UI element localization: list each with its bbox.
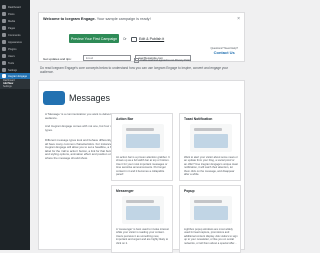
card-text: A 'messenger' is best used to invoke int… [116,228,169,245]
toast-illustration [190,124,232,152]
preview-campaign-button[interactable]: Preview Your First Campaign [69,34,119,43]
sidebar-item-pages[interactable]: Pages [0,25,30,31]
card-title: Action Bar [116,117,134,121]
card-text: Lightbox popup windows are most widely u… [184,228,238,245]
messenger-illustration [122,196,164,224]
welcome-heading: Welcome to Icegram Engage. Your sample c… [43,17,151,21]
email-field[interactable]: Email [83,55,131,61]
privacy-checkbox[interactable]: I have read and agreed to our Privacy Po… [134,58,191,63]
megaphone-icon [2,74,6,78]
messages-section: Messages A 'Message' is a communication … [38,80,245,253]
admin-sidebar: Dashboard Posts Media Pages Comments App… [0,0,30,250]
welcome-title: Welcome to Icegram Engage. [43,17,96,21]
card-popup[interactable]: Popup Lightbox popup windows are most wi… [179,185,241,253]
posts-icon [2,12,6,16]
sidebar-item-media[interactable]: Media [0,18,30,24]
messages-title: Messages [69,93,111,103]
comments-icon [2,33,6,37]
appearance-icon [2,40,6,44]
messages-header: Messages [43,91,110,105]
sidebar-submenu: Dashboard Add New Settings [0,79,30,89]
card-text: An action bar is a proven attention grab… [116,156,170,177]
card-text: Want to alert your visitor about some ne… [184,156,238,177]
users-icon [2,54,6,58]
card-title: Toast Notification [184,117,213,121]
edit-icon [131,36,137,42]
or-text: Or [123,37,127,41]
welcome-panel: Welcome to Icegram Engage. Your sample c… [38,12,245,62]
dashboard-icon [2,5,6,9]
updates-label: Get updates and tips: [43,57,72,61]
messages-icon [43,91,65,105]
contact-us-link[interactable]: Contact Us [210,50,238,55]
sidebar-item-posts[interactable]: Posts [0,11,30,17]
edit-publish-button[interactable]: Edit & Publish it [131,35,164,43]
submenu-item-settings[interactable]: Settings [0,85,30,88]
card-title: Popup [184,189,195,193]
card-title: Messenger [116,189,134,193]
action-bar-illustration [122,124,164,152]
sidebar-item-comments[interactable]: Comments [0,32,30,38]
sidebar-item-appearance[interactable]: Appearance [0,39,30,45]
popup-illustration [190,196,232,224]
help-box: Questions? Need Help? Contact Us [210,47,238,55]
card-messenger[interactable]: Messenger A 'messenger' is best used to … [111,185,173,253]
media-icon [2,19,6,23]
edit-publish-label: Edit & Publish it [139,37,165,41]
sidebar-item-tools[interactable]: Tools [0,60,30,66]
checkbox-box[interactable] [134,58,139,63]
sidebar-item-plugins[interactable]: Plugins [0,46,30,52]
privacy-checkbox-label: I have read and agreed to our Privacy Po… [139,58,192,62]
close-icon[interactable]: × [237,16,240,22]
sidebar-item-users[interactable]: Users [0,53,30,59]
welcome-subtitle: Your sample campaign is ready! [96,17,151,21]
intro-text: Do read Icegram Engage's core concepts b… [40,66,229,75]
plugins-icon [2,47,6,51]
card-toast-notification[interactable]: Toast Notification Want to alert your vi… [179,113,241,181]
tools-icon [2,61,6,65]
card-action-bar[interactable]: Action Bar An action bar is a proven att… [111,113,173,181]
sidebar-item-dashboard[interactable]: Dashboard [0,4,30,10]
pages-icon [2,26,6,30]
settings-icon [2,68,6,72]
